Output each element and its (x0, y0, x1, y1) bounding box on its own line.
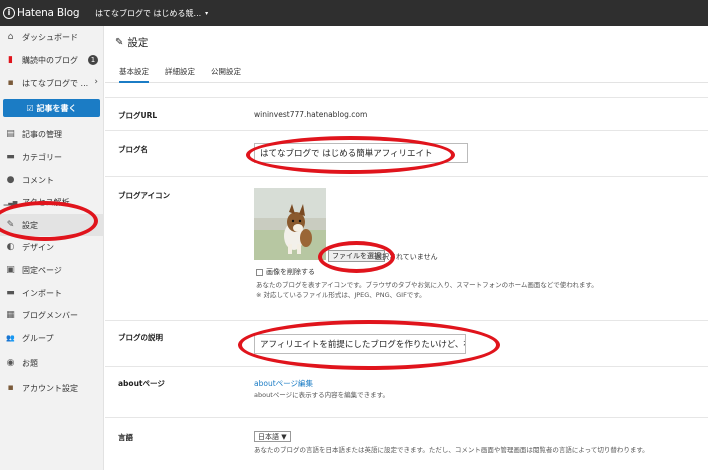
sidebar-item-account[interactable]: ▪ アカウント設定 (0, 377, 104, 399)
blog-description-label: ブログの説明 (118, 333, 163, 342)
sidebar-item-categories[interactable]: ▬ カテゴリー (0, 146, 104, 168)
group-icon: 👥 (6, 334, 15, 342)
about-page-note: aboutページに表示する内容を編集できます。 (254, 391, 389, 399)
file-status: 選択されていません (375, 253, 438, 261)
blog-url-value: wininvest777.hatenablog.com (254, 110, 368, 119)
sidebar-item-label: アカウント設定 (22, 383, 78, 393)
comment-icon: ● (6, 175, 15, 185)
hatena-logo-icon: i (3, 7, 15, 19)
divider (105, 366, 708, 367)
blog-name-label: ブログ名 (118, 145, 148, 154)
sidebar-item-articles[interactable]: ▤ 記事の管理 (0, 123, 104, 145)
delete-image-checkbox[interactable] (256, 268, 263, 276)
sidebar-item-static-pages[interactable]: ▣ 固定ページ (0, 259, 104, 281)
sidebar-item-label: 購読中のブログ (22, 55, 78, 65)
tab-publish[interactable]: 公開設定 (211, 66, 241, 81)
sidebar-item-label: ダッシュボード (22, 32, 78, 42)
divider (105, 176, 708, 177)
unread-badge: 1 (88, 55, 98, 65)
sidebar-item-design[interactable]: ◐ デザイン (0, 236, 104, 258)
sidebar-item-groups[interactable]: 👥 グループ (0, 327, 104, 349)
account-icon: ▪ (7, 383, 14, 393)
icon-format-note: ※ 対応しているファイル形式は、JPEG、PNG、GIFです。 (256, 291, 426, 299)
bookmark-icon: ▮ (8, 55, 13, 65)
write-article-button[interactable]: ☑ 記事を書く (3, 99, 100, 117)
divider (105, 320, 708, 321)
blog-icon-label: ブログアイコン (118, 191, 171, 200)
language-label: 言語 (118, 433, 133, 442)
sidebar-item-current-blog[interactable]: ▪ はてなブログで ... › (0, 72, 104, 94)
language-note: あなたのブログの言語を日本語または英語に設定できます。ただし、コメント画面や管理… (254, 446, 649, 454)
sidebar-item-import[interactable]: ▬ インポート (0, 282, 104, 304)
sidebar-item-label: アクセス解析 (22, 197, 70, 207)
sidebar-item-label: デザイン (22, 242, 54, 252)
sidebar-item-label: 記事の管理 (22, 129, 62, 139)
blog-thumb-icon: ▪ (7, 78, 14, 88)
wrench-icon: ✎ (115, 37, 124, 48)
blog-icon-image (254, 188, 326, 260)
sidebar-item-subscriptions[interactable]: ▮ 購読中のブログ 1 (0, 49, 104, 71)
sidebar-item-label: お題 (22, 358, 38, 368)
palette-icon: ◐ (6, 242, 15, 252)
blog-url-label: ブログURL (118, 111, 158, 120)
hatena-blog-logo[interactable]: i Hatena Blog (0, 7, 93, 19)
sidebar-item-settings[interactable]: ✎ 設定 (0, 214, 104, 236)
sidebar-item-analytics[interactable]: ▁▃▅ アクセス解析 (0, 191, 104, 213)
logo-text: Hatena Blog (17, 7, 80, 19)
page-title-text: 設定 (127, 37, 149, 49)
sidebar-item-label: はてなブログで ... (22, 78, 89, 88)
page-icon: ▣ (6, 265, 15, 275)
sidebar-item-label: グループ (22, 333, 54, 343)
members-icon: ▦ (6, 310, 15, 320)
divider (105, 130, 708, 131)
delete-image-label: 画像を削除する (266, 268, 315, 276)
settings-tabs: 基本設定 詳細設定 公開設定 (105, 63, 708, 83)
wrench-icon: ✎ (6, 220, 15, 230)
delete-image-option[interactable]: 画像を削除する (256, 267, 315, 277)
icon-help-text: あなたのブログを表すアイコンです。ブラウザのタブやお気に入り、スマートフォンのホ… (256, 281, 598, 289)
sidebar-item-comments[interactable]: ● コメント (0, 169, 104, 191)
current-blog-name: はてなブログで はじめる競... (95, 8, 202, 18)
sidebar-item-label: カテゴリー (22, 152, 62, 162)
divider (105, 97, 708, 98)
folder-icon: ▬ (6, 152, 15, 162)
topic-icon: ◉ (6, 358, 15, 368)
home-icon: ⌂ (7, 32, 14, 42)
divider (105, 417, 708, 418)
sidebar: ⌂ ダッシュボード ▮ 購読中のブログ 1 ▪ はてなブログで ... › ☑ … (0, 26, 104, 470)
blog-switcher[interactable]: はてなブログで はじめる競... ▾ (95, 8, 208, 19)
language-select[interactable]: 日本語 ▼ (254, 431, 291, 442)
sidebar-item-label: インポート (22, 288, 62, 298)
sidebar-item-label: 設定 (22, 220, 38, 230)
sidebar-item-label: コメント (22, 175, 54, 185)
blog-description-input[interactable]: アフィリエイトを前提にしたブログを作りたいけど、初 (254, 334, 466, 354)
sidebar-item-topics[interactable]: ◉ お題 (0, 352, 104, 374)
truck-icon: ▬ (6, 288, 15, 298)
sidebar-item-label: ブログメンバー (22, 310, 78, 320)
caret-down-icon: ▾ (205, 9, 209, 17)
tab-basic[interactable]: 基本設定 (119, 66, 149, 83)
chevron-right-icon: › (94, 77, 98, 87)
sidebar-item-dashboard[interactable]: ⌂ ダッシュボード (0, 26, 104, 48)
settings-content: ✎ 設定 基本設定 詳細設定 公開設定 ブログURL wininvest777.… (105, 26, 708, 470)
page-title: ✎ 設定 (115, 35, 148, 50)
blog-name-input[interactable]: はてなブログで はじめる簡単アフィリエイト (254, 143, 468, 163)
tab-advanced[interactable]: 詳細設定 (165, 66, 195, 81)
document-icon: ▤ (6, 129, 15, 139)
sidebar-item-members[interactable]: ▦ ブログメンバー (0, 304, 104, 326)
about-page-edit-link[interactable]: aboutページ編集 (254, 378, 313, 389)
bar-chart-icon: ▁▃▅ (3, 198, 18, 206)
sidebar-item-label: 固定ページ (22, 265, 62, 275)
top-bar: i Hatena Blog はてなブログで はじめる競... ▾ (0, 0, 708, 26)
about-page-label: aboutページ (118, 379, 165, 388)
